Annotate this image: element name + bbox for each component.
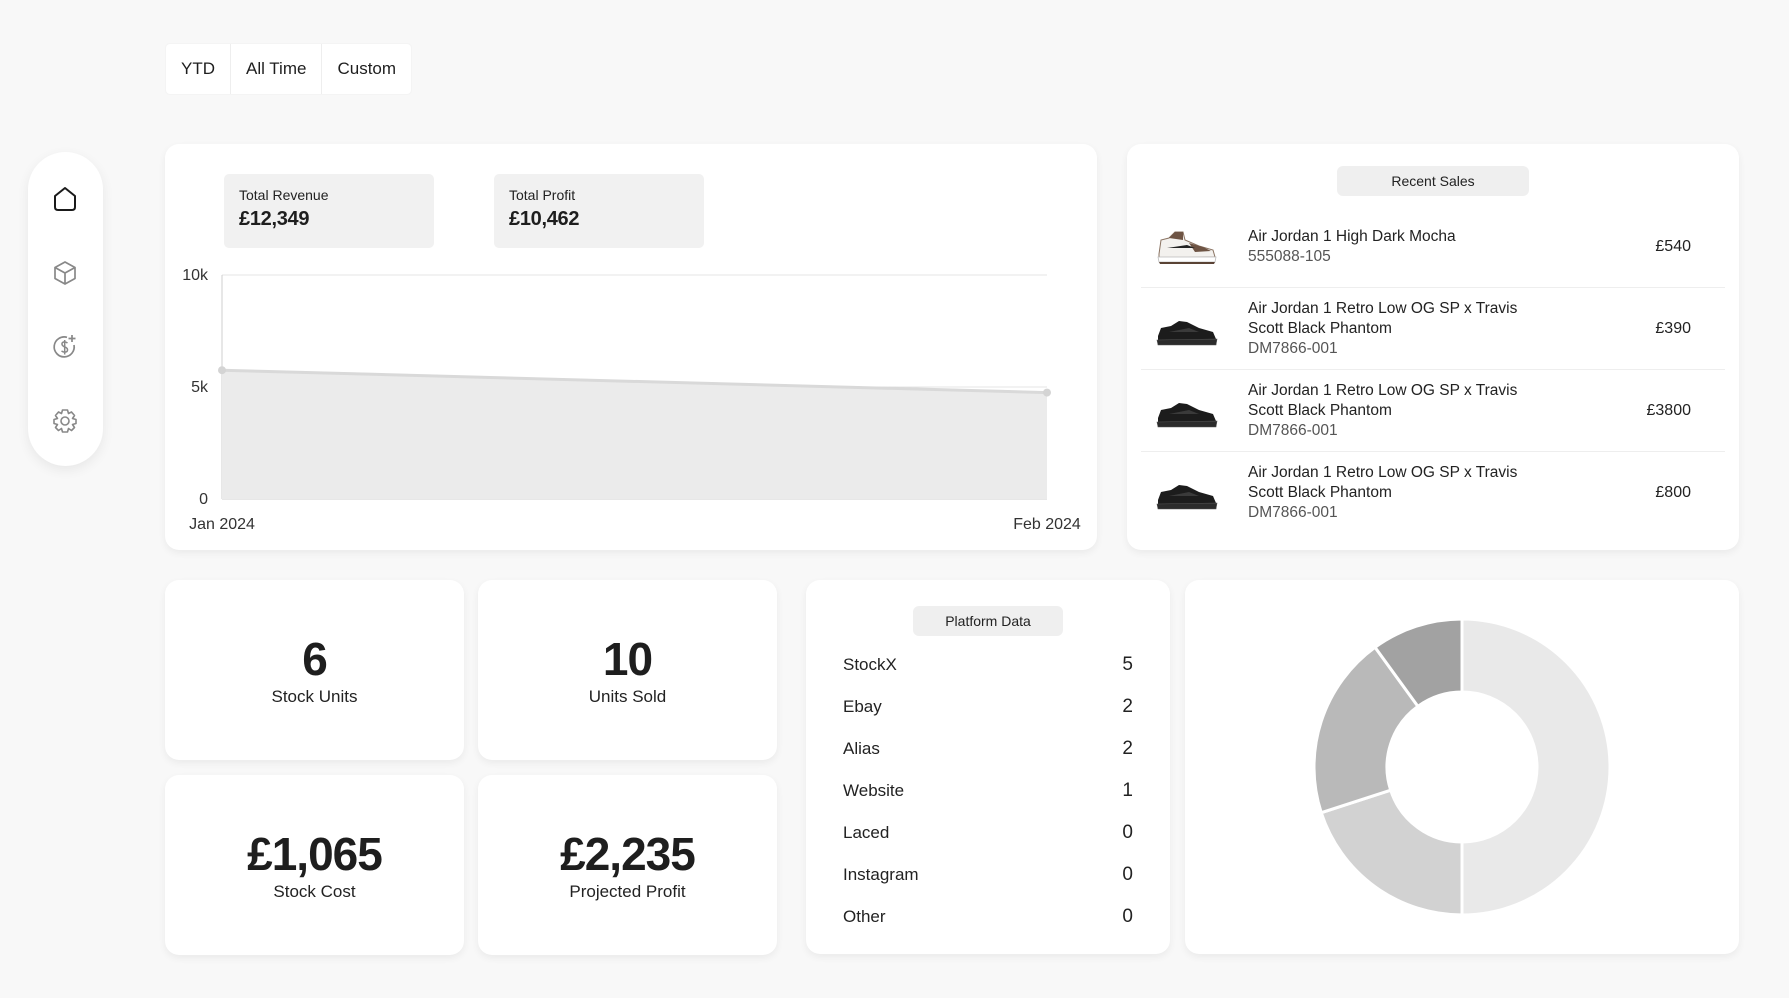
sneaker-image <box>1156 321 1218 346</box>
platform-count: 1 <box>1122 780 1133 801</box>
units-sold-label: Units Sold <box>588 687 667 706</box>
revenue-area-chart: 0 5k 10k Jan 2024 Feb 2024 <box>182 267 1081 533</box>
sale-row[interactable]: Air Jordan 1 High Dark Mocha 555088-105 … <box>1141 206 1725 288</box>
platform-name: Alias <box>843 739 880 758</box>
donut-slice-ebay <box>1319 788 1464 917</box>
home-icon[interactable] <box>48 182 82 216</box>
platform-count: 0 <box>1122 822 1133 843</box>
units-sold-value: 10 <box>602 633 653 685</box>
platform-count: 0 <box>1122 906 1133 927</box>
data-point <box>218 366 226 375</box>
platform-name: Instagram <box>843 865 919 884</box>
sale-sku: DM7866-001 <box>1248 339 1338 357</box>
x-tick-label: Feb 2024 <box>1013 516 1081 533</box>
sale-product-name: Air Jordan 1 Retro Low OG SP x Travis Sc… <box>1248 464 1518 501</box>
range-tab-custom[interactable]: Custom <box>322 44 411 94</box>
sneaker-image <box>1156 485 1218 510</box>
sale-product-name: Air Jordan 1 Retro Low OG SP x Travis Sc… <box>1248 299 1518 337</box>
stock-units-label: Stock Units <box>271 687 358 706</box>
recent-sales-card: Recent Sales Air Jordan 1 High Dark Moch… <box>1127 144 1739 550</box>
y-tick-label: 0 <box>199 491 208 508</box>
data-point <box>1043 388 1051 397</box>
platform-row-website: Website 1 <box>843 776 1133 806</box>
sale-row[interactable]: Air Jordan 1 Retro Low OG SP x Travis Sc… <box>1141 452 1725 534</box>
sale-text: Air Jordan 1 Retro Low OG SP x Travis Sc… <box>1248 288 1548 369</box>
sale-row[interactable]: Air Jordan 1 Retro Low OG SP x Travis Sc… <box>1141 288 1725 370</box>
sneaker-image <box>1156 403 1218 428</box>
date-range-tabs: YTD All Time Custom <box>166 44 412 94</box>
sale-price: £390 <box>1655 319 1691 337</box>
platform-count: 0 <box>1122 864 1133 885</box>
platform-row-stockx: StockX 5 <box>843 650 1133 680</box>
projected-profit-card: £2,235 Projected Profit <box>478 775 777 955</box>
platform-donut-chart <box>1312 617 1612 917</box>
revenue-chart-card: Total Revenue £12,349 Total Profit £10,4… <box>165 144 1097 550</box>
sneaker-image <box>1157 231 1217 264</box>
dollar-plus-icon[interactable] <box>48 330 82 364</box>
stock-units-card: 6 Stock Units <box>165 580 464 760</box>
platform-count: 5 <box>1122 654 1133 675</box>
sale-price: £540 <box>1655 237 1691 255</box>
recent-sales-title: Recent Sales <box>1337 166 1529 196</box>
platform-name: Ebay <box>843 697 882 716</box>
sale-text: Air Jordan 1 High Dark Mocha 555088-105 <box>1248 206 1548 287</box>
stock-cost-card: £1,065 Stock Cost <box>165 775 464 955</box>
units-sold-card: 10 Units Sold <box>478 580 777 760</box>
platform-count: 2 <box>1122 696 1133 717</box>
platform-name: StockX <box>843 655 897 674</box>
sale-product-name: Air Jordan 1 High Dark Mocha <box>1248 227 1456 245</box>
platform-data-title: Platform Data <box>913 606 1063 636</box>
y-tick-label: 10k <box>182 267 209 284</box>
stock-cost-value: £1,065 <box>247 828 383 880</box>
projected-profit-label: Projected Profit <box>569 882 686 901</box>
platform-row-other: Other 0 <box>843 902 1133 932</box>
projected-profit-value: £2,235 <box>560 828 696 880</box>
sale-text: Air Jordan 1 Retro Low OG SP x Travis Sc… <box>1248 370 1548 451</box>
platform-name: Other <box>843 907 886 926</box>
settings-gear-icon[interactable] <box>48 404 82 438</box>
platform-row-alias: Alias 2 <box>843 734 1133 764</box>
stock-cost-label: Stock Cost <box>273 882 356 901</box>
stock-units-value: 6 <box>302 633 328 685</box>
sale-sku: DM7866-001 <box>1248 421 1338 439</box>
platform-data-card: Platform Data StockX 5 Ebay 2 Alias 2 We… <box>806 580 1170 954</box>
platform-count: 2 <box>1122 738 1133 759</box>
sale-sku: 555088-105 <box>1248 247 1331 265</box>
range-tab-all-time[interactable]: All Time <box>231 44 323 94</box>
platform-row-instagram: Instagram 0 <box>843 860 1133 890</box>
x-tick-label: Jan 2024 <box>189 516 255 533</box>
sidebar-nav <box>28 152 103 466</box>
platform-row-ebay: Ebay 2 <box>843 692 1133 722</box>
range-tab-ytd[interactable]: YTD <box>166 44 231 94</box>
platform-name: Laced <box>843 823 890 842</box>
sale-row[interactable]: Air Jordan 1 Retro Low OG SP x Travis Sc… <box>1141 370 1725 452</box>
sale-product-name: Air Jordan 1 Retro Low OG SP x Travis Sc… <box>1248 381 1518 419</box>
donut-slice-stockx <box>1460 617 1612 917</box>
package-icon[interactable] <box>48 256 82 290</box>
sale-price: £3800 <box>1646 401 1692 419</box>
sale-price: £800 <box>1655 484 1691 501</box>
platform-name: Website <box>843 781 905 800</box>
platform-row-laced: Laced 0 <box>843 818 1133 848</box>
platform-donut-card <box>1185 580 1739 954</box>
sale-sku: DM7866-001 <box>1248 504 1338 521</box>
sale-text: Air Jordan 1 Retro Low OG SP x Travis Sc… <box>1248 452 1548 534</box>
y-tick-label: 5k <box>191 379 209 396</box>
